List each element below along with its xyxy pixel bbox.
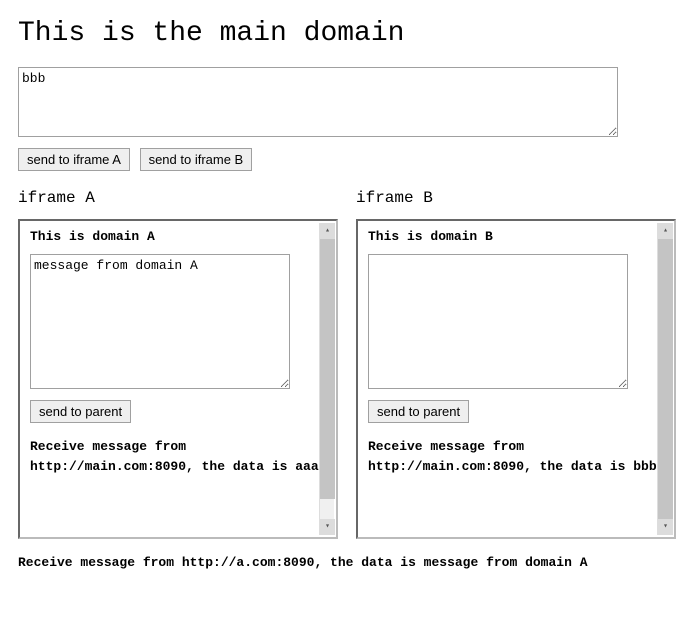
iframe-b-scrollbar[interactable]: ▴ ▾ xyxy=(657,223,672,535)
send-iframe-a-button[interactable]: send to iframe A xyxy=(18,148,130,171)
iframe-b-receive-message: Receive message from http://main.com:809… xyxy=(368,437,664,476)
scroll-down-icon: ▾ xyxy=(658,519,673,535)
iframe-a-column: iframe A This is domain A send to parent… xyxy=(18,183,338,539)
iframe-b-heading: This is domain B xyxy=(368,229,664,244)
iframe-a-textarea[interactable] xyxy=(30,254,290,389)
iframe-a-send-parent-button[interactable]: send to parent xyxy=(30,400,131,423)
send-iframe-b-button[interactable]: send to iframe B xyxy=(140,148,253,171)
scroll-thumb[interactable] xyxy=(320,239,335,499)
main-receive-message: Receive message from http://a.com:8090, … xyxy=(18,555,681,570)
iframes-container: iframe A This is domain A send to parent… xyxy=(18,183,681,539)
scroll-up-icon: ▴ xyxy=(320,223,335,239)
scroll-up-icon: ▴ xyxy=(658,223,673,239)
iframe-a-receive-message: Receive message from http://main.com:809… xyxy=(30,437,326,476)
main-message-textarea[interactable] xyxy=(18,67,618,137)
scroll-down-icon: ▾ xyxy=(320,519,335,535)
main-button-row: send to iframe A send to iframe B xyxy=(18,148,681,171)
iframe-b-column: iframe B This is domain B send to parent… xyxy=(356,183,676,539)
iframe-b-label: iframe B xyxy=(356,189,676,207)
scroll-thumb[interactable] xyxy=(658,239,673,525)
iframe-a-label: iframe A xyxy=(18,189,338,207)
iframe-a-heading: This is domain A xyxy=(30,229,326,244)
page-title: This is the main domain xyxy=(18,18,681,49)
iframe-b-textarea[interactable] xyxy=(368,254,628,389)
iframe-b-send-parent-button[interactable]: send to parent xyxy=(368,400,469,423)
iframe-b-box: This is domain B send to parent Receive … xyxy=(356,219,676,539)
iframe-a-scrollbar[interactable]: ▴ ▾ xyxy=(319,223,334,535)
iframe-a-box: This is domain A send to parent Receive … xyxy=(18,219,338,539)
